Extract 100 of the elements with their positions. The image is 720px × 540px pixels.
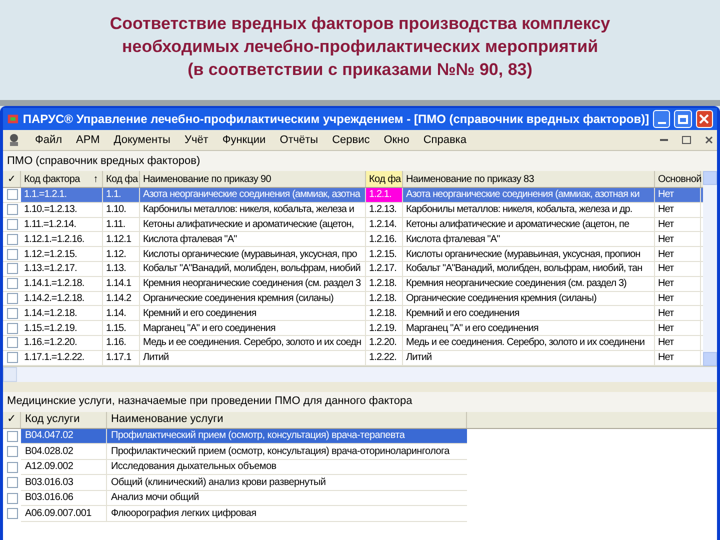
table-row[interactable]: 1.10.=1.2.13. 1.10. Карбонилы металлов: никеля, кобальта, железа и 1.2.13. Карбонилы металлов: никеля, кобальта, железа и др. Нет — [3, 202, 703, 218]
table-cell: 1.1.=1.2.1. — [21, 188, 103, 202]
column-header[interactable]: Код фактора — [21, 172, 83, 186]
checkbox[interactable] — [6, 492, 18, 504]
table-cell-text: Общий (клинический) анализ крови развернутый — [110, 476, 327, 490]
column-header[interactable]: Код фа — [103, 172, 141, 186]
table-row[interactable]: 1.1.=1.2.1. 1.1. Азота неорганические соединения (аммиак, азотна 1.2.1. Азота неорганические соединения (аммиак, азотная ки Нет — [3, 188, 703, 203]
column-header[interactable]: Наименование услуги — [107, 412, 467, 428]
checkbox[interactable] — [6, 430, 18, 442]
checkbox[interactable] — [6, 477, 18, 488]
table-cell: Кремний и его соединения — [140, 306, 366, 320]
menu-item[interactable]: Документы — [114, 132, 170, 148]
table-row[interactable]: B03.016.03 Общий (клинический) анализ крови развернутый — [21, 475, 467, 491]
table-row[interactable]: 1.14.1.=1.2.18. 1.14.1 Кремния неорганические соединения (см. раздел 3 1.2.18. Кремния неорганические соединения (см. раздел 3) Нет — [3, 276, 703, 292]
table-row[interactable]: A12.09.002 Исследования дыхательных объемов — [21, 460, 467, 476]
mdi-close-icon[interactable] — [705, 136, 713, 144]
table-cell: B04.047.02 — [21, 428, 107, 444]
check-column-header[interactable]: ✓ — [3, 412, 21, 428]
table-cell: Нет — [655, 232, 701, 246]
checkbox[interactable] — [6, 278, 18, 290]
check-column-header[interactable]: ✓ — [3, 171, 21, 187]
panel-title: ПМО (справочник вредных факторов) — [6, 154, 202, 169]
table-cell: Карбонилы металлов: никеля, кобальта, железа и др. — [403, 202, 655, 217]
app-menu-icon[interactable] — [7, 133, 21, 147]
table-row[interactable]: 1.12.1.=1.2.16. 1.12.1 Кислота фталевая "А" 1.2.16. Кислота фталевая "А" Нет — [3, 232, 703, 248]
menu-item[interactable]: Отчёты — [280, 132, 318, 148]
table-cell: 1.17.1.=1.2.22. — [21, 350, 103, 365]
table-row[interactable]: 1.13.=1.2.17. 1.13. Кобальт "А"Ванадий, молибден, вольфрам, ниобий 1.2.17. Кобальт "А"Ванадий, молибден, вольфрам, ниобий, тан Нет — [3, 262, 703, 277]
menu-item[interactable]: Учёт — [184, 132, 208, 148]
table-row[interactable]: 1.12.=1.2.15. 1.12. Кислоты органические (муравьиная, уксусная, про 1.2.15. Кислоты органические (муравьиная, уксусная, пропион Нет — [3, 247, 703, 262]
vertical-scrollbar[interactable] — [703, 171, 717, 366]
table-cell: B03.016.03 — [21, 475, 107, 490]
column-header[interactable]: Код фа — [366, 172, 404, 186]
checkbox[interactable] — [6, 446, 18, 458]
checkbox[interactable] — [6, 248, 18, 260]
table-cell: Нет — [655, 218, 701, 232]
table-cell: 1.14. — [103, 306, 140, 320]
checkbox[interactable] — [6, 234, 18, 245]
table-cell: Нет — [655, 202, 701, 217]
table-row[interactable]: 1.16.=1.2.20. 1.16. Медь и ее соединения. Серебро, золото и их соедн 1.2.20. Медь и ее соединения. Серебро, золото и их соединени Нет — [3, 336, 703, 351]
table-cell: Органические соединения кремния (силаны) — [403, 292, 655, 306]
table-cell: Марганец "А" и его соединения — [403, 321, 655, 335]
table-cell: Нет — [655, 276, 701, 291]
table-cell: 1.2.18. — [366, 292, 403, 306]
column-header[interactable]: Основной — [655, 172, 704, 186]
table-cell-text: Исследования дыхательных объемов — [110, 460, 278, 474]
menu-item[interactable]: АРМ — [76, 132, 100, 148]
horizontal-scrollbar[interactable] — [3, 366, 717, 382]
menu-item[interactable]: Сервис — [332, 132, 370, 148]
menu-item[interactable]: Окно — [384, 132, 410, 148]
table-cell: 1.10. — [103, 202, 140, 217]
menu-item[interactable]: Справка — [423, 132, 466, 148]
checkbox[interactable] — [6, 462, 18, 473]
table-cell: Литий — [403, 350, 655, 365]
checkbox[interactable] — [6, 308, 18, 319]
mdi-restore-icon[interactable] — [682, 136, 691, 144]
column-header[interactable]: Наименование по приказу 90 — [140, 172, 274, 186]
table-cell: Кобальт "А"Ванадий, молибден, вольфрам, ниобий — [140, 262, 366, 276]
table-cell: 1.2.16. — [366, 232, 403, 246]
checkbox[interactable] — [6, 189, 18, 200]
checkbox[interactable] — [6, 322, 18, 334]
table-cell: 1.12.1 — [103, 232, 140, 246]
table-row[interactable]: B04.028.02 Профилактический прием (осмотр, консультация) врача-оториноларинголога — [21, 444, 467, 460]
slide-title-line: необходимых лечебно-профилактических мероприятий — [122, 36, 598, 58]
menu-item[interactable]: Функции — [222, 132, 266, 148]
table-cell: Нет — [655, 350, 701, 365]
table-cell: A06.09.007.001 — [21, 506, 107, 521]
slide-title-line: (в соответствии с приказами №№ 90, 83) — [188, 58, 532, 80]
table-cell: Кетоны алифатические и ароматические (ацетон, пе — [403, 218, 655, 232]
close-button[interactable] — [696, 110, 713, 128]
table-cell: 1.12.=1.2.15. — [21, 247, 103, 261]
checkbox[interactable] — [6, 508, 18, 520]
panel-title: Медицинские услуги, назначаемые при проведении ПМО для данного фактора — [3, 392, 717, 412]
table-cell: Нет — [655, 321, 701, 335]
table-row[interactable]: 1.14.2.=1.2.18. 1.14.2 Органические соединения кремния (силаны) 1.2.18. Органические соединения кремния (силаны) Нет — [3, 292, 703, 306]
table-row[interactable]: A06.09.007.001 Флюорография легких цифровая — [21, 506, 467, 522]
table-row[interactable]: 1.14.=1.2.18. 1.14. Кремний и его соединения 1.2.18. Кремний и его соединения Нет — [3, 306, 703, 322]
checkbox[interactable] — [6, 337, 18, 348]
table-row[interactable]: 1.17.1.=1.2.22. 1.17.1 Литий 1.2.22. Литий Нет — [3, 350, 703, 366]
checkbox[interactable] — [6, 218, 18, 230]
checkbox[interactable] — [6, 352, 18, 364]
checkbox[interactable] — [6, 263, 18, 274]
column-header[interactable]: Код услуги — [21, 412, 107, 428]
table-cell: Медь и ее соединения. Серебро, золото и их соедн — [140, 336, 366, 350]
table-row[interactable]: 1.15.=1.2.19. 1.15. Марганец "А" и его соединения 1.2.19. Марганец "А" и его соединения Нет — [3, 321, 703, 336]
table-cell: 1.2.13. — [366, 202, 403, 217]
table-row[interactable]: B04.047.02 Профилактический прием (осмотр, консультация) врача-терапевта — [21, 428, 467, 444]
table-cell-text: Флюорография легких цифровая — [110, 506, 258, 521]
maximize-button[interactable] — [674, 110, 692, 128]
table-row[interactable]: B03.016.06 Анализ мочи общий — [21, 490, 467, 506]
column-header[interactable]: Наименование по приказу 83 — [403, 172, 538, 186]
table-row[interactable]: 1.11.=1.2.14. 1.11. Кетоны алифатические и ароматические (ацетон, 1.2.14. Кетоны алифатические и ароматические (ацетон, пе Нет — [3, 218, 703, 232]
table-cell: Кремний и его соединения — [403, 306, 655, 320]
checkbox[interactable] — [6, 204, 18, 216]
table-cell: 1.2.19. — [366, 321, 403, 335]
close-icon — [699, 114, 710, 124]
minimize-button[interactable] — [653, 110, 670, 128]
table-cell-text: Профилактический прием (осмотр, консультация) врача-оториноларинголога — [110, 444, 451, 459]
menu-item[interactable]: Файл — [35, 132, 62, 148]
checkbox[interactable] — [6, 292, 18, 304]
